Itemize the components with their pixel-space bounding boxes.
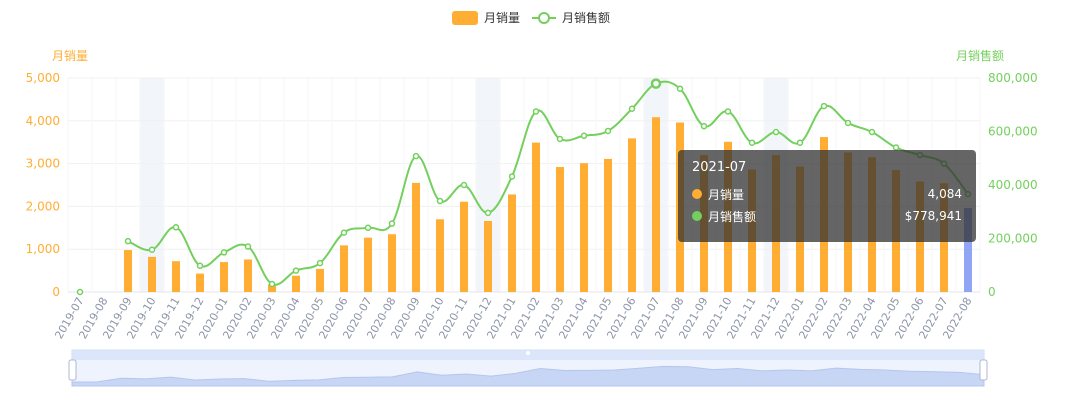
line-point [844, 119, 852, 127]
bar [388, 234, 396, 292]
line-point [220, 249, 228, 256]
tooltip-value-revenue: $778,941 [904, 209, 962, 223]
tooltip-dot-sales [692, 189, 702, 199]
tooltip-name-revenue: 月销售额 [708, 209, 757, 224]
line-point [604, 127, 612, 135]
bar [364, 237, 372, 292]
y-right-axis-name: 月销售额 [956, 48, 1004, 63]
y-left-tick-label: 0 [52, 285, 60, 299]
line-point [508, 173, 516, 180]
line-point [532, 108, 540, 115]
line-point [436, 197, 444, 205]
tooltip-row-sales: 月销量 4,084 [692, 183, 962, 205]
line-point [244, 243, 252, 250]
line-point [196, 262, 204, 270]
bar [436, 219, 444, 292]
bar [292, 275, 300, 292]
tooltip-row-revenue: 月销售额 $778,941 [692, 205, 962, 227]
line-point [772, 128, 780, 136]
line-point [724, 108, 732, 115]
bar [316, 268, 324, 292]
line-point [676, 85, 684, 92]
bar [124, 250, 132, 292]
y-left-tick-label: 2,000 [26, 199, 60, 213]
line-point [700, 122, 708, 130]
legend-label-sales: 月销量 [484, 11, 520, 25]
line-point [340, 229, 348, 236]
line-point [460, 181, 468, 189]
tooltip-title: 2021-07 [692, 160, 747, 175]
legend-swatch-bar [452, 11, 478, 25]
y-right-tick-label: 200,000 [988, 232, 1038, 246]
chart-tooltip: 2021-07 月销量 4,084 月销售额 $778,941 [678, 150, 976, 242]
y-left-tick-label: 1,000 [26, 242, 60, 256]
tooltip-dot-revenue [692, 211, 702, 221]
y-right-tick-label: 0 [988, 285, 996, 299]
bar [220, 262, 228, 292]
legend: 月销量 月销售额 [452, 10, 610, 25]
line-point [556, 135, 564, 143]
line-point [316, 259, 324, 267]
y-left-tick-label: 5,000 [26, 71, 60, 85]
bar [412, 182, 420, 292]
line-point [172, 224, 180, 231]
tooltip-value-sales: 4,084 [927, 187, 962, 201]
legend-swatch-point [538, 12, 550, 24]
line-point [412, 152, 420, 160]
y-left-axis-name: 月销量 [52, 49, 88, 63]
bar [508, 194, 516, 292]
line-point [148, 246, 156, 253]
line-point [364, 224, 372, 232]
line-point [268, 280, 276, 288]
y-right-tick-label: 400,000 [988, 178, 1038, 192]
bar [244, 259, 252, 292]
bar [340, 245, 348, 292]
bar [532, 142, 540, 292]
y-left-tick-label: 3,000 [26, 157, 60, 171]
line-point [868, 128, 876, 136]
bar [556, 167, 564, 292]
bar [652, 117, 660, 292]
bar [172, 261, 180, 292]
line-point [76, 288, 84, 296]
bar [604, 158, 612, 292]
legend-label-revenue: 月销售额 [562, 10, 610, 25]
bar [580, 163, 588, 292]
line-point [388, 220, 396, 227]
bar [628, 138, 636, 292]
line-point [628, 105, 636, 113]
datazoom-move-handle [526, 351, 530, 355]
y-right-tick-label: 800,000 [988, 71, 1038, 85]
bar [484, 220, 492, 292]
line-point [292, 267, 300, 274]
bar [196, 273, 204, 292]
y-right-tick-label: 600,000 [988, 125, 1038, 139]
line-point [580, 132, 588, 140]
line-point [650, 78, 662, 89]
chart-stage: 0 1,000 2,000 3,000 4,000 5,000 0 200,000 400,00… [0, 0, 1080, 404]
line-point [124, 237, 132, 245]
tooltip-name-sales: 月销量 [708, 187, 745, 202]
datazoom-handle-left [68, 359, 77, 381]
bar [148, 256, 156, 292]
line-point [484, 209, 492, 217]
y-left-tick-label: 4,000 [26, 114, 60, 128]
line-point [820, 102, 828, 110]
bar [460, 201, 468, 292]
line-point [796, 139, 804, 146]
line-point [748, 139, 756, 146]
datazoom-handle-right [979, 359, 988, 381]
